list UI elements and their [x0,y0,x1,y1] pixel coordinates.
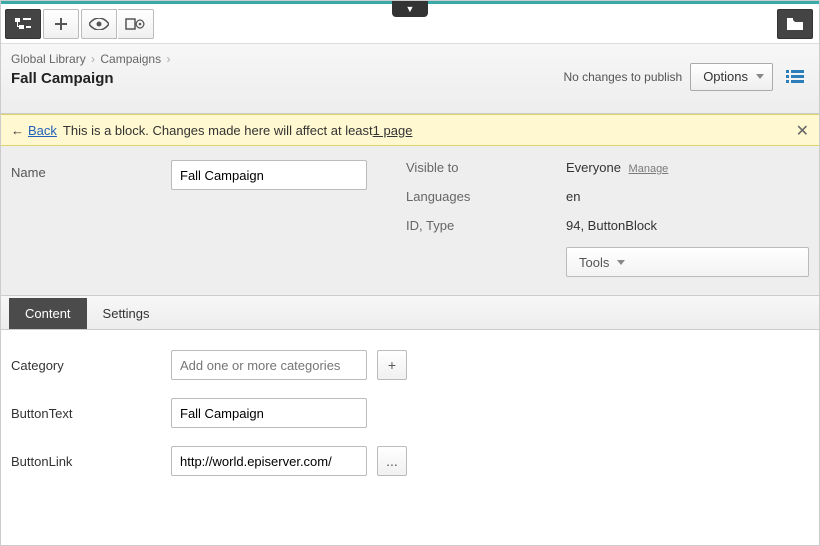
page-title: Fall Campaign [11,70,172,87]
chevron-right-icon: › [91,52,95,66]
compare-button[interactable] [118,9,154,39]
category-input[interactable] [171,350,367,380]
list-view-button[interactable] [781,63,809,91]
breadcrumb-item[interactable]: Global Library [11,52,86,66]
id-type-value: 94, ButtonBlock [566,218,657,233]
buttontext-input[interactable] [171,398,367,428]
arrow-left-icon: ← [11,123,24,138]
add-category-button[interactable]: + [377,350,407,380]
preview-button[interactable] [81,9,117,39]
buttonlink-input[interactable] [171,446,367,476]
options-label: Options [703,69,748,84]
tabs-row: Content Settings [1,296,819,330]
breadcrumb-item[interactable]: Campaigns [100,52,161,66]
chevron-down-icon [617,260,625,265]
buttontext-label: ButtonText [11,406,171,421]
list-icon [786,70,804,84]
buttonlink-label: ButtonLink [11,454,171,469]
category-label: Category [11,358,171,373]
info-banner: ← Back This is a block. Changes made her… [1,114,819,146]
visible-to-value: Everyone [566,160,621,175]
plus-icon [54,17,68,31]
publish-status: No changes to publish [563,70,682,84]
tab-content[interactable]: Content [9,298,87,329]
id-type-label: ID, Type [406,218,566,233]
header-area: Global Library › Campaigns › Fall Campai… [1,44,819,114]
add-button[interactable] [43,9,79,39]
browse-link-button[interactable]: ... [377,446,407,476]
breadcrumb: Global Library › Campaigns › [11,52,172,66]
content-form: Category + ButtonText ButtonLink ... [1,330,819,514]
eye-icon [89,18,109,30]
panel-expand-chevron[interactable]: ▼ [392,1,428,17]
folder-icon [787,18,803,30]
close-icon[interactable]: ✕ [796,121,809,141]
assets-toggle-button[interactable] [777,9,813,39]
chevron-down-icon [756,74,764,79]
properties-area: Name Visible to Everyone Manage Language… [1,146,819,296]
languages-label: Languages [406,189,566,204]
affected-pages-link[interactable]: 1 page [373,123,413,138]
tree-toggle-button[interactable] [5,9,41,39]
tab-settings[interactable]: Settings [87,298,166,329]
visible-to-label: Visible to [406,160,566,175]
compare-icon [125,17,147,31]
name-label: Name [11,160,171,277]
back-link[interactable]: Back [28,123,57,138]
banner-message: This is a block. Changes made here will … [63,123,373,138]
tools-button[interactable]: Tools [566,247,809,277]
chevron-right-icon: › [166,52,170,66]
manage-link[interactable]: Manage [629,163,669,175]
options-button[interactable]: Options [690,63,773,91]
top-toolbar: ▼ [1,4,819,44]
languages-value: en [566,189,580,204]
tools-label: Tools [579,255,609,270]
tree-icon [15,17,31,31]
name-input[interactable] [171,160,367,190]
